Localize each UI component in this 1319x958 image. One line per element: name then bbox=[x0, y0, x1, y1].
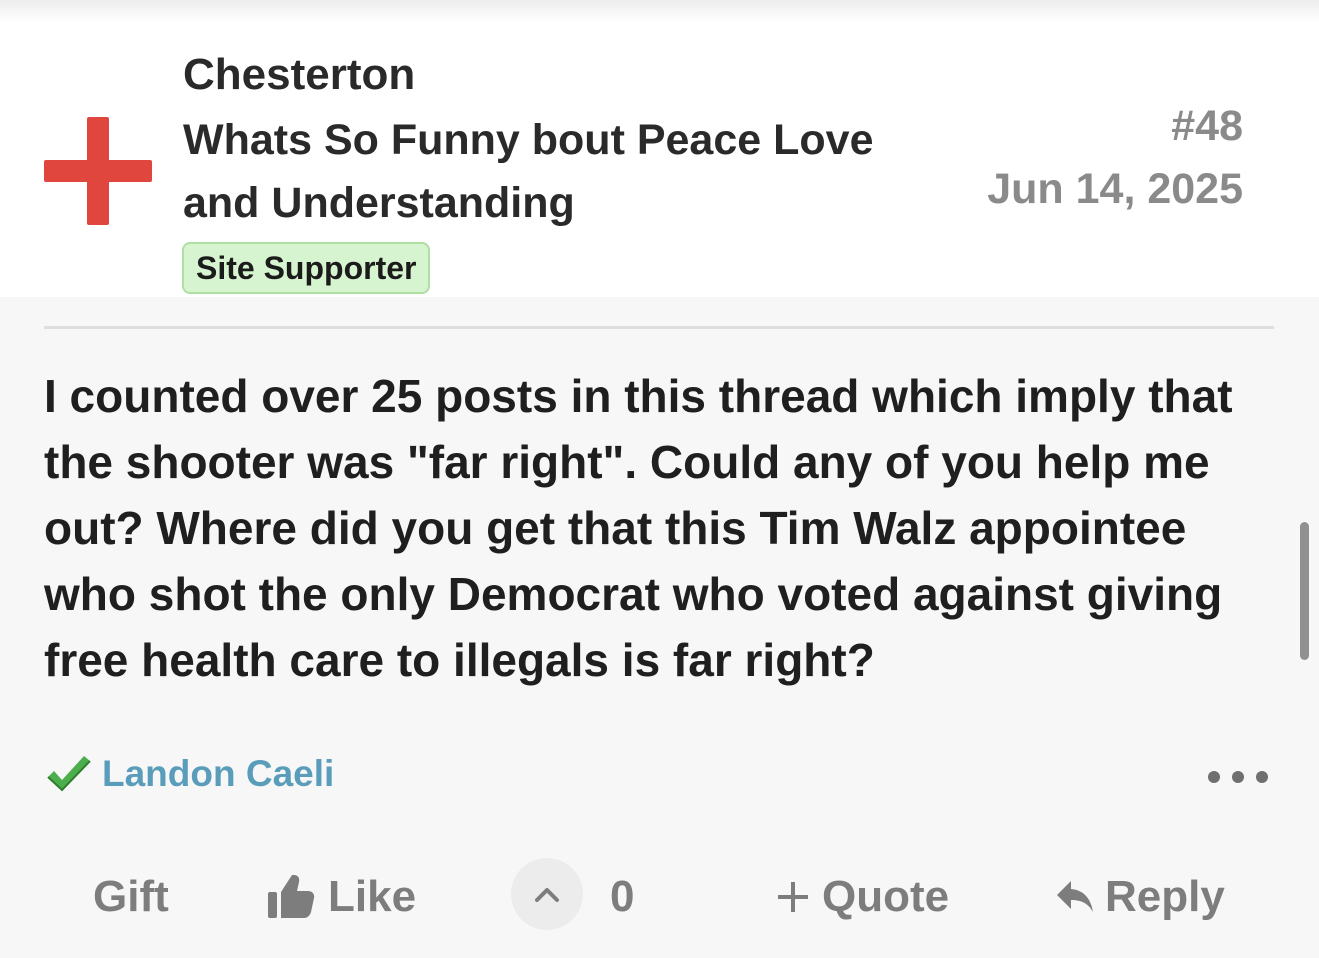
post-body: I counted over 25 posts in this thread w… bbox=[44, 370, 1233, 686]
post-author[interactable]: Chesterton bbox=[183, 50, 415, 100]
reply-arrow-icon bbox=[1057, 881, 1093, 912]
gift-button[interactable]: Gift bbox=[93, 866, 169, 928]
header-divider bbox=[44, 326, 1274, 329]
user-avatar[interactable] bbox=[44, 117, 152, 225]
post-number[interactable]: #48 bbox=[1171, 100, 1243, 152]
upvote-button[interactable] bbox=[511, 858, 583, 930]
user-title: Whats So Funny bout Peace Love and Under… bbox=[183, 116, 874, 227]
chevron-up-icon bbox=[535, 888, 559, 902]
gift-label: Gift bbox=[93, 872, 169, 921]
ellipsis-icon[interactable] bbox=[1203, 765, 1273, 789]
post-date[interactable]: Jun 14, 2025 bbox=[987, 163, 1243, 215]
plus-icon bbox=[778, 882, 808, 912]
top-shadow bbox=[0, 0, 1319, 22]
reaction-summary[interactable]: Landon Caeli bbox=[44, 746, 334, 802]
quote-button[interactable]: Quote bbox=[776, 866, 949, 928]
vote-count: 0 bbox=[610, 872, 635, 921]
like-label: Like bbox=[328, 872, 417, 921]
thumbs-up-icon bbox=[268, 875, 315, 918]
like-button[interactable]: Like bbox=[266, 866, 416, 928]
site-supporter-badge: Site Supporter bbox=[182, 242, 431, 294]
check-icon bbox=[47, 756, 91, 792]
liked-by-user[interactable]: Landon Caeli bbox=[102, 753, 334, 795]
quote-label: Quote bbox=[822, 872, 950, 921]
post-header: Chesterton Whats So Funny bout Peace Lov… bbox=[0, 0, 1319, 297]
avatar-cross-horizontal bbox=[44, 160, 152, 182]
scrollbar[interactable] bbox=[1300, 522, 1309, 660]
reply-label: Reply bbox=[1105, 872, 1225, 921]
reply-button[interactable]: Reply bbox=[1055, 866, 1225, 928]
